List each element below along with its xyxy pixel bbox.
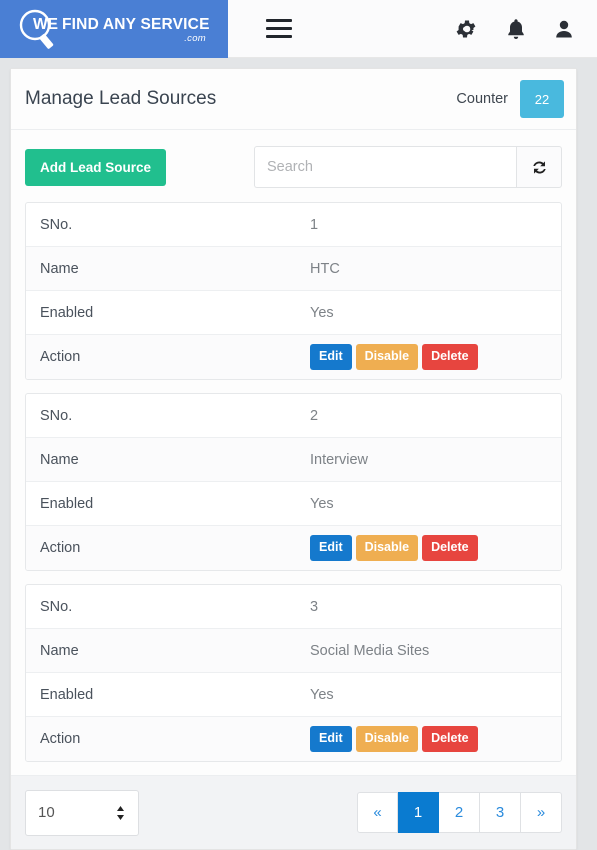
- record-action-buttons: Edit Disable Delete: [310, 344, 478, 370]
- delete-button[interactable]: Delete: [422, 726, 478, 752]
- disable-button[interactable]: Disable: [355, 535, 419, 561]
- record-card: SNo. 3 Name Social Media Sites Enabled Yes Act…: [25, 584, 562, 762]
- table-row: Action Edit Disable Delete: [26, 717, 561, 761]
- record-sno-value: 3: [310, 598, 319, 615]
- card-footer: 10 «1 2 3»: [11, 775, 576, 849]
- record-sno-value: 2: [310, 407, 319, 424]
- record-action-buttons: Edit Disable Delete: [310, 726, 478, 752]
- table-row: Enabled Yes: [26, 291, 561, 335]
- table-row: Enabled Yes: [26, 482, 561, 526]
- table-row: Name Interview: [26, 438, 561, 482]
- table-row: Action Edit Disable Delete: [26, 335, 561, 379]
- record-action-label: Action: [40, 731, 81, 747]
- gear-icon[interactable]: [455, 17, 479, 41]
- edit-button[interactable]: Edit: [310, 344, 352, 370]
- spinner-updown-icon: [115, 805, 126, 821]
- add-lead-source-button[interactable]: Add Lead Source: [25, 148, 167, 186]
- disable-button[interactable]: Disable: [355, 344, 419, 370]
- hamburger-icon[interactable]: [266, 19, 292, 38]
- table-row: Name Social Media Sites: [26, 629, 561, 673]
- delete-button[interactable]: Delete: [422, 535, 478, 561]
- bell-icon[interactable]: [505, 17, 527, 41]
- record-name-value: Social Media Sites: [310, 642, 430, 659]
- record-action-buttons: Edit Disable Delete: [310, 535, 478, 561]
- hamburger-bar: [266, 27, 292, 30]
- search-group: [254, 146, 562, 188]
- record-card: SNo. 2 Name Interview Enabled Yes Action Edit Di…: [25, 393, 562, 571]
- table-row: Name HTC: [26, 247, 561, 291]
- brand-we-text: WE: [33, 15, 58, 33]
- search-input[interactable]: [254, 146, 516, 188]
- refresh-button[interactable]: [516, 146, 562, 188]
- counter-badge: 22: [520, 80, 564, 118]
- record-enabled-value: Yes: [310, 304, 334, 321]
- page-title: Manage Lead Sources: [25, 88, 217, 109]
- toolbar: Add Lead Source: [11, 130, 576, 202]
- table-row: Enabled Yes: [26, 673, 561, 717]
- brand-name-text: FIND ANY SERVICE: [62, 15, 210, 33]
- edit-button[interactable]: Edit: [310, 726, 352, 752]
- card-header: Manage Lead Sources Counter 22: [11, 69, 576, 130]
- table-row: SNo. 2: [26, 394, 561, 438]
- table-row: SNo. 3: [26, 585, 561, 629]
- record-enabled-value: Yes: [310, 495, 334, 512]
- page-card: Manage Lead Sources Counter 22 Add Lead …: [10, 68, 577, 850]
- pagination-next[interactable]: »: [521, 792, 562, 833]
- record-name-label: Name: [40, 451, 79, 468]
- record-card: SNo. 1 Name HTC Enabled Yes Action Edit Disable D…: [25, 202, 562, 380]
- pagination-prev[interactable]: «: [357, 792, 398, 833]
- record-action-label: Action: [40, 349, 81, 365]
- record-sno-label: SNo.: [40, 216, 73, 233]
- disable-button[interactable]: Disable: [355, 726, 419, 752]
- counter-group: Counter 22: [456, 80, 564, 118]
- refresh-icon: [532, 160, 546, 174]
- record-enabled-value: Yes: [310, 686, 334, 703]
- hamburger-bar: [266, 35, 292, 38]
- record-action-label: Action: [40, 540, 81, 556]
- pagination-page-2[interactable]: 2: [439, 792, 480, 833]
- record-name-label: Name: [40, 260, 79, 277]
- brand-dotcom-text: .com: [184, 32, 206, 44]
- delete-button[interactable]: Delete: [422, 344, 478, 370]
- record-name-value: HTC: [310, 260, 340, 277]
- record-enabled-label: Enabled: [40, 304, 94, 321]
- record-name-label: Name: [40, 642, 79, 659]
- counter-label: Counter: [456, 91, 508, 107]
- hamburger-bar: [266, 19, 292, 22]
- top-navbar: WE FIND ANY SERVICE .com: [0, 0, 597, 58]
- brand-logo[interactable]: WE FIND ANY SERVICE .com: [0, 0, 228, 58]
- page-size-value: 10: [38, 804, 55, 821]
- record-sno-label: SNo.: [40, 598, 73, 615]
- page-size-select[interactable]: 10: [25, 789, 139, 836]
- records-list: SNo. 1 Name HTC Enabled Yes Action Edit Disable D…: [11, 202, 576, 762]
- record-sno-label: SNo.: [40, 407, 73, 424]
- edit-button[interactable]: Edit: [310, 535, 352, 561]
- record-name-value: Interview: [310, 451, 369, 468]
- record-enabled-label: Enabled: [40, 495, 94, 512]
- pagination-page-1[interactable]: 1: [398, 792, 439, 833]
- pagination-page-3[interactable]: 3: [480, 792, 521, 833]
- navbar-actions: [455, 17, 575, 41]
- pagination: «1 2 3»: [357, 792, 562, 833]
- user-icon[interactable]: [553, 17, 575, 41]
- record-enabled-label: Enabled: [40, 686, 94, 703]
- record-sno-value: 1: [310, 216, 319, 233]
- table-row: SNo. 1: [26, 203, 561, 247]
- table-row: Action Edit Disable Delete: [26, 526, 561, 570]
